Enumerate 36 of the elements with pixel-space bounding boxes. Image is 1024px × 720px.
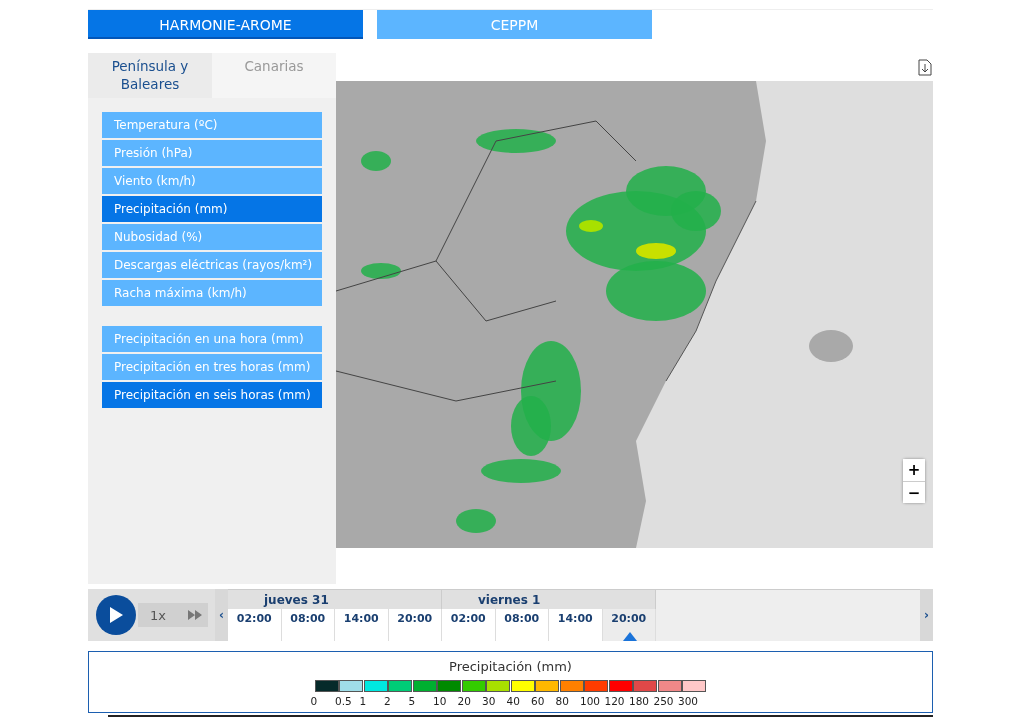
legend-value: 80 [555, 695, 569, 707]
fast-forward-icon[interactable] [188, 610, 202, 620]
play-button[interactable] [96, 595, 136, 635]
model-tab[interactable]: HARMONIE-AROME [88, 10, 363, 39]
legend-value: 20 [457, 695, 471, 707]
zoom-in-button[interactable]: + [903, 459, 925, 481]
day-label: viernes 1 [442, 589, 656, 609]
speed-control[interactable]: 1x [138, 603, 208, 627]
legend-value: 100 [580, 695, 601, 707]
speed-button[interactable]: 1x [150, 607, 166, 623]
legend-value: 250 [653, 695, 674, 707]
legend-value: 40 [506, 695, 520, 707]
legend-value: 0.5 [335, 695, 352, 707]
day-label: jueves 31 [228, 589, 442, 609]
region-tab[interactable]: Canarias [212, 53, 336, 98]
zoom-out-button[interactable]: − [903, 481, 925, 503]
menu-item[interactable]: Precipitación en seis horas (mm) [102, 382, 322, 408]
legend-value: 0 [310, 695, 318, 707]
region-tab[interactable]: Península y Baleares [88, 53, 212, 98]
current-marker-icon [622, 632, 637, 641]
legend-value: 10 [433, 695, 447, 707]
previous-button[interactable]: ‹ [215, 589, 228, 641]
legend-value: 30 [482, 695, 496, 707]
legend-value: 2 [384, 695, 391, 707]
legend-value: 5 [408, 695, 416, 707]
legend-value: 1 [359, 695, 367, 707]
menu-item[interactable]: Precipitación (mm) [102, 196, 322, 222]
legend-title: Precipitación (mm) [449, 659, 572, 674]
next-button[interactable]: › [920, 589, 933, 641]
legend-value: 60 [531, 695, 545, 707]
legend-value: 180 [629, 695, 650, 707]
legend-value: 300 [678, 695, 699, 707]
download-icon[interactable] [918, 58, 932, 76]
time-step[interactable]: 20:00 [602, 609, 656, 641]
play-icon [109, 607, 123, 623]
legend-value: 120 [604, 695, 625, 707]
